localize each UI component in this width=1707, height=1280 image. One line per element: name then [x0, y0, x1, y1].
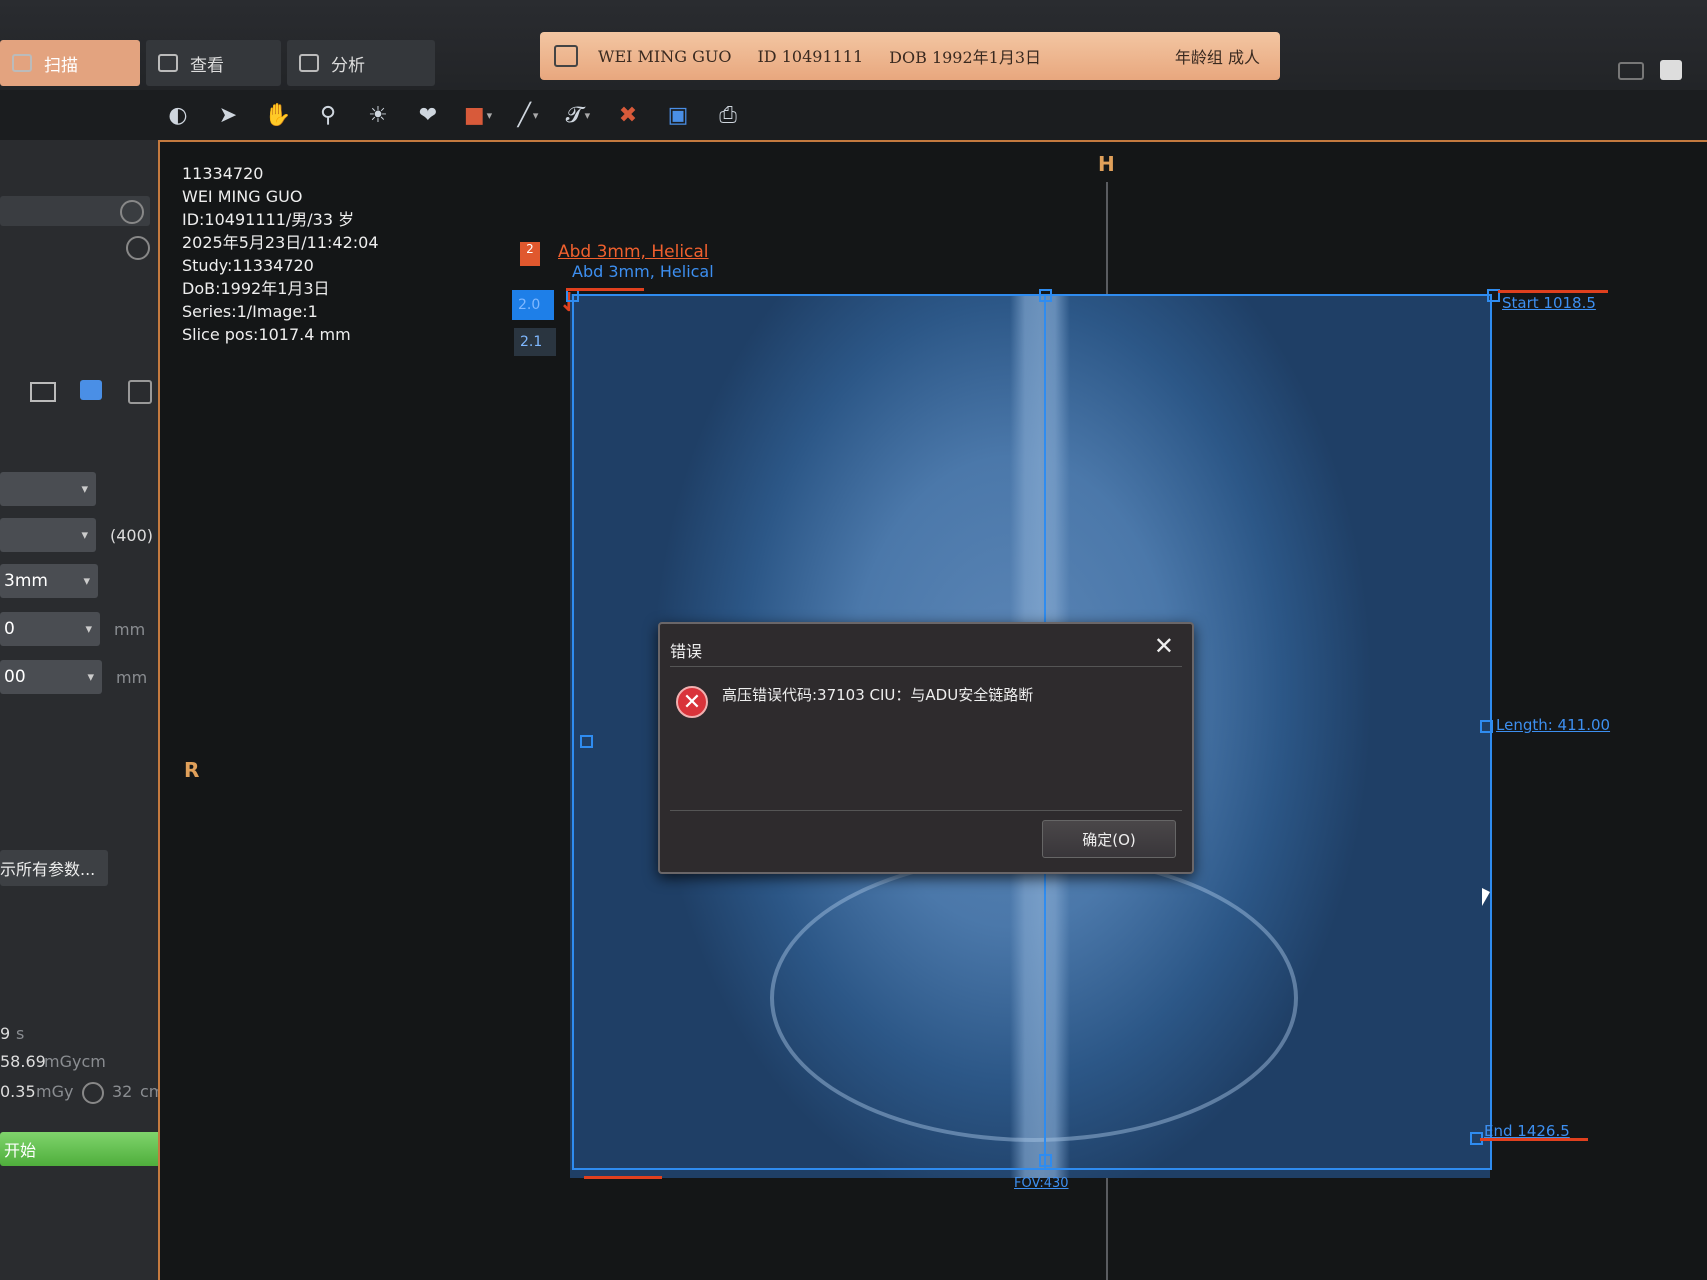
unit-mm-2: mm [116, 668, 148, 687]
orientation-top: H [1098, 152, 1115, 176]
range-select-1[interactable]: 0 [0, 612, 100, 646]
view-icon [158, 54, 178, 72]
accession-number: 11334720 [182, 164, 264, 183]
phantom-value: 32 [112, 1082, 133, 1101]
slice-thickness-value: 3mm [4, 571, 48, 591]
patient-age-group: 年龄组 成人 [1174, 48, 1260, 67]
dialog-divider [670, 666, 1182, 667]
clock-icon[interactable] [120, 200, 144, 224]
brightness-icon[interactable]: ☀ [362, 100, 394, 130]
image-info-overlay: 11334720 WEI MING GUO ID:10491111/男/33 岁… [182, 162, 379, 346]
image-toolbar: ◐ ➤ ✋ ⚲ ☀ ❤ ■ ╱ 𝓣 ✖ ▣ ⎙ [150, 92, 1707, 138]
orientation-left: R [184, 758, 200, 782]
error-dialog: 错误 ✕ ✕ 高压错误代码:37103 CIU：与ADU安全链路断 确定(O) [658, 622, 1194, 874]
left-panel: (400) 3mm 0 mm 00 mm 示所有参数... 9 s 58.69 … [0, 140, 170, 1280]
phantom-icon [82, 1082, 104, 1104]
tab-view[interactable]: 查看 [146, 40, 281, 86]
network-icon[interactable] [1618, 62, 1644, 80]
analysis-icon [299, 54, 319, 72]
scan-protocol-primary[interactable]: Abd 3mm, Helical [558, 242, 709, 262]
zoom-icon[interactable]: ⚲ [312, 100, 344, 130]
clock-icon[interactable] [126, 236, 150, 260]
scan-number-tag: 2 [520, 242, 540, 266]
window-level-icon[interactable]: ◐ [162, 100, 194, 130]
overlay-patient-name: WEI MING GUO [182, 187, 303, 206]
range-value-1: 0 [4, 619, 15, 639]
patient-icon [554, 45, 578, 67]
scan-protocol-secondary[interactable]: Abd 3mm, Helical [572, 262, 714, 281]
overlay-id-line: ID:10491111/男/33 岁 [182, 210, 355, 229]
resize-handle-top[interactable] [1039, 289, 1052, 302]
patient-info-bar[interactable]: WEI MING GUO ID 10491111 DOB 1992年1月3日 年… [540, 32, 1280, 80]
overlay-dob: DoB:1992年1月3日 [182, 279, 330, 298]
param-select-1[interactable] [0, 472, 96, 506]
add-view-icon[interactable] [30, 382, 56, 402]
tab-scan-label: 扫描 [44, 55, 78, 76]
scan-icon [12, 54, 32, 72]
scan-range-box-b[interactable]: 2.1 [514, 328, 556, 356]
heart-roi-icon[interactable]: ❤ [412, 100, 444, 130]
ctdi-unit: mGy [36, 1082, 74, 1101]
patient-dob: DOB 1992年1月3日 [889, 48, 1042, 67]
unit-mm-1: mm [114, 620, 146, 639]
overlay-series: Series:1/Image:1 [182, 302, 318, 321]
dialog-title: 错误 [670, 642, 703, 661]
add-settings-icon[interactable] [128, 380, 152, 404]
dlp-value: 58.69 [0, 1052, 46, 1071]
line-measure-icon[interactable]: ╱ [512, 100, 544, 130]
overlay-datetime: 2025年5月23日/11:42:04 [182, 233, 379, 252]
range-select-2[interactable]: 00 [0, 660, 102, 694]
overlay-study: Study:11334720 [182, 256, 314, 275]
tab-scan[interactable]: 扫描 [0, 40, 140, 86]
resize-handle-left[interactable] [580, 735, 593, 748]
tab-analysis-label: 分析 [331, 55, 365, 76]
start-marker-right [1498, 290, 1608, 293]
error-icon: ✕ [676, 686, 708, 718]
delete-annotation-icon[interactable]: ✖ [612, 100, 644, 130]
dlp-unit: mGycm [44, 1052, 106, 1071]
mouse-cursor-icon [1482, 888, 1490, 906]
scan-start-label: Start 1018.5 [1502, 294, 1596, 312]
select-icon[interactable]: ➤ [212, 100, 244, 130]
scan-length-label: Length: 411.00 [1496, 716, 1611, 734]
scan-range-box-a[interactable]: 2.0 [512, 290, 554, 320]
time-unit: s [16, 1024, 25, 1043]
show-all-params-button[interactable]: 示所有参数... [0, 850, 108, 886]
pan-hand-icon[interactable]: ✋ [262, 100, 294, 130]
param-select-2[interactable] [0, 518, 96, 552]
slice-thickness-select[interactable]: 3mm [0, 564, 98, 598]
fov-label: FOV:430 [1014, 1176, 1069, 1191]
range-value-2: 00 [4, 667, 26, 687]
patient-name: WEI MING GUO [598, 46, 732, 66]
printer-icon[interactable] [1660, 60, 1682, 80]
tab-analysis[interactable]: 分析 [287, 40, 435, 86]
dialog-message: 高压错误代码:37103 CIU：与ADU安全链路断 [722, 686, 1034, 704]
ctdi-value: 0.35 [0, 1082, 36, 1101]
tab-view-label: 查看 [190, 55, 224, 76]
time-value: 9 [0, 1024, 11, 1043]
resize-handle-bottom[interactable] [1039, 1154, 1052, 1167]
scan-end-label: End 1426.5 [1484, 1122, 1570, 1140]
overlay-slice-pos: Slice pos:1017.4 mm [182, 325, 351, 344]
film-print-icon[interactable]: ⎙ [712, 100, 744, 130]
save-icon[interactable]: ▣ [662, 100, 694, 130]
dialog-divider [670, 810, 1182, 811]
roi-rectangle-icon[interactable]: ■ [462, 100, 494, 130]
resize-handle-right[interactable] [1480, 720, 1493, 733]
add-layer-icon[interactable] [80, 380, 102, 400]
end-marker-left [584, 1176, 662, 1179]
param-value-400: (400) [110, 526, 154, 545]
text-annotation-icon[interactable]: 𝓣 [562, 100, 594, 130]
start-marker-left [566, 288, 644, 291]
ok-button[interactable]: 确定(O) [1042, 820, 1176, 858]
close-icon[interactable]: ✕ [1154, 632, 1174, 660]
patient-id: ID 10491111 [757, 46, 864, 66]
start-scan-button[interactable]: 开始 [0, 1132, 182, 1166]
